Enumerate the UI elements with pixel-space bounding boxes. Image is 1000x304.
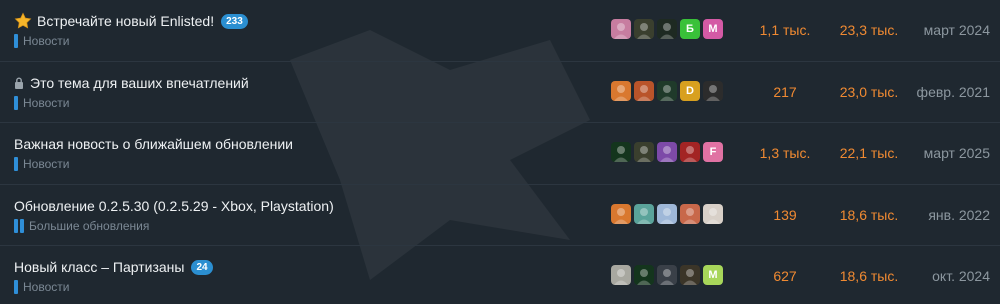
topic-row[interactable]: Встречайте новый Enlisted! 233 Новости Б M 1,… <box>0 0 1000 62</box>
avatar-letter[interactable]: M <box>703 265 723 286</box>
avatar-dark-creature[interactable] <box>634 19 654 39</box>
topic-row[interactable]: Обновление 0.2.5.30 (0.2.5.29 - Xbox, Pl… <box>0 185 1000 247</box>
topic-title-link[interactable]: Встречайте новый Enlisted! <box>37 12 214 30</box>
avatar-snow-scene[interactable] <box>657 203 677 224</box>
category-link[interactable]: Новости <box>14 157 70 172</box>
category-label: Новости <box>23 34 70 48</box>
avatar-white-creature[interactable] <box>611 265 631 286</box>
last-activity-date[interactable]: март 2025 <box>900 145 990 161</box>
avatar-bearded-man[interactable] <box>680 265 700 286</box>
avatar-pink-character[interactable] <box>611 19 631 39</box>
avatar-gas-mask[interactable] <box>703 80 723 101</box>
avatar-green-dark[interactable] <box>657 80 677 101</box>
category-link[interactable]: Новости <box>14 34 69 48</box>
category-link[interactable]: Новости <box>14 280 70 295</box>
avatar-letter[interactable]: F <box>703 142 723 163</box>
category-label: Новости <box>23 157 70 172</box>
replies-count: 1,3 тыс. <box>759 145 811 162</box>
topic-row[interactable]: Важная новость о ближайшем обновлении Нов… <box>0 123 1000 185</box>
topic-row[interactable]: Новый класс – Партизаны 24 Новости M 627 18,6… <box>0 246 1000 304</box>
category-label: Новости <box>23 95 70 110</box>
new-posts-badge[interactable]: 24 <box>191 259 213 275</box>
new-posts-badge[interactable]: 233 <box>221 13 248 29</box>
topic-title-line: Обновление 0.2.5.30 (0.2.5.29 - Xbox, Pl… <box>14 197 334 215</box>
replies-count: 217 <box>773 83 797 100</box>
avatar-dark-figure[interactable] <box>657 265 677 286</box>
poster-avatars: БM <box>611 19 723 39</box>
replies-count: 139 <box>773 206 797 223</box>
topic-title-link[interactable]: Важная новость о ближайшем обновлении <box>14 135 293 153</box>
avatar-pale-figure[interactable] <box>703 203 723 224</box>
last-activity-date[interactable]: март 2024 <box>900 22 990 38</box>
topic-title-link[interactable]: Это тема для ваших впечатлений <box>30 74 249 92</box>
topic-title-link[interactable]: Новый класс – Партизаны <box>14 258 184 276</box>
replies-count: 1,1 тыс. <box>759 22 811 38</box>
topic-row[interactable]: Это тема для ваших впечатлений Новости D 21… <box>0 62 1000 124</box>
avatar-green-swirl[interactable] <box>634 265 654 286</box>
star-icon <box>14 12 32 30</box>
category-color-marker <box>14 157 18 172</box>
avatar-fox[interactable] <box>611 203 631 224</box>
topic-list: Встречайте новый Enlisted! 233 Новости Б M 1,… <box>0 0 1000 304</box>
replies-count: 627 <box>773 268 797 285</box>
avatar-teal-creature[interactable] <box>634 203 654 224</box>
avatar-ornament[interactable] <box>680 203 700 224</box>
poster-avatars: F <box>611 142 723 163</box>
poster-avatars <box>611 203 723 224</box>
avatar-letter[interactable]: M <box>703 19 723 39</box>
topic-title-line: Встречайте новый Enlisted! 233 <box>14 12 248 30</box>
category-color-marker <box>14 218 24 233</box>
avatar-green-swirl[interactable] <box>611 142 631 163</box>
topic-title-line: Новый класс – Партизаны 24 <box>14 258 213 276</box>
avatar-letter[interactable]: Б <box>680 19 700 39</box>
poster-avatars: M <box>611 265 723 286</box>
topic-title-link[interactable]: Обновление 0.2.5.30 (0.2.5.29 - Xbox, Pl… <box>14 197 334 215</box>
avatar-fox-red[interactable] <box>634 80 654 101</box>
category-link[interactable]: Новости <box>14 95 70 110</box>
category-color-marker <box>14 34 18 48</box>
avatar-red-emblem[interactable] <box>680 142 700 163</box>
avatar-soldier[interactable] <box>657 19 677 39</box>
last-activity-date[interactable]: янв. 2022 <box>900 207 990 223</box>
avatar-fox[interactable] <box>611 80 631 101</box>
category-color-marker <box>14 95 18 110</box>
poster-avatars: D <box>611 80 723 101</box>
last-activity-date[interactable]: окт. 2024 <box>900 268 990 284</box>
lock-icon <box>14 77 24 89</box>
avatar-dark-creature[interactable] <box>634 142 654 163</box>
category-label: Новости <box>23 280 70 295</box>
category-link[interactable]: Большие обновления <box>14 218 150 233</box>
avatar-colorful[interactable] <box>657 142 677 163</box>
category-color-marker <box>14 280 18 295</box>
avatar-letter[interactable]: D <box>680 80 700 101</box>
category-label: Большие обновления <box>29 218 150 233</box>
last-activity-date[interactable]: февр. 2021 <box>900 84 990 100</box>
topic-title-line: Важная новость о ближайшем обновлении <box>14 135 293 153</box>
topic-title-line: Это тема для ваших впечатлений <box>14 74 249 92</box>
